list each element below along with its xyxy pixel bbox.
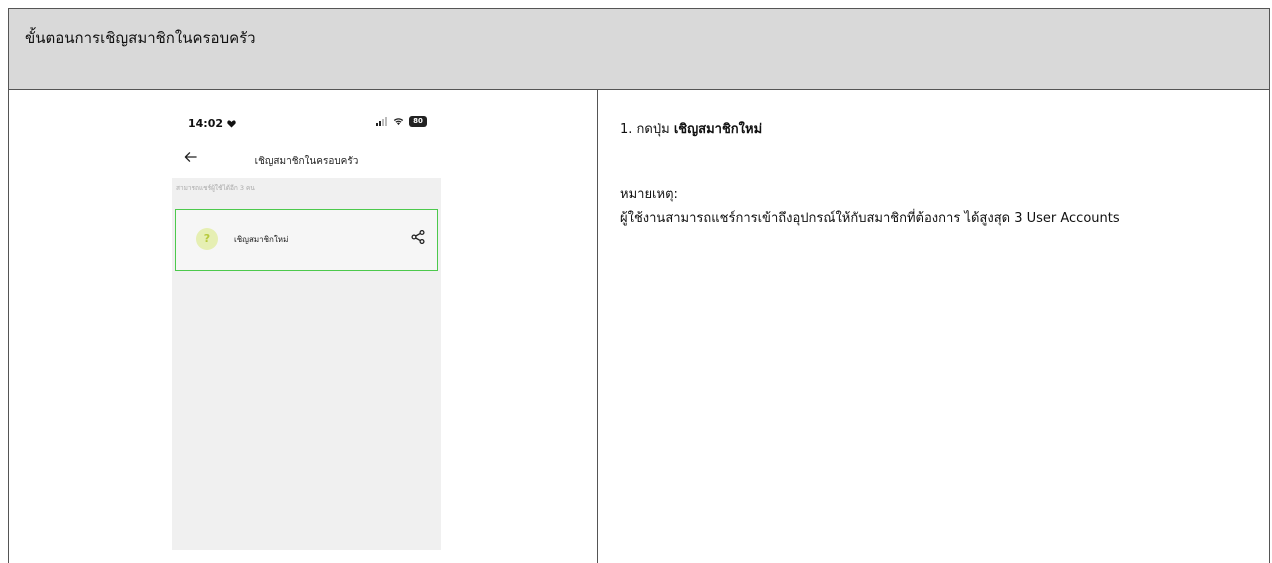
invite-new-member-button[interactable]: ? เชิญสมาชิกใหม่ [175, 209, 438, 271]
step-1-button-name: เชิญสมาชิกใหม่ [673, 122, 763, 137]
signal-icon [376, 117, 387, 126]
status-bar: 14:02 80 [172, 100, 441, 138]
step-1-prefix: 1. กดปุ่ม [620, 122, 674, 137]
battery-icon: 80 [409, 116, 427, 127]
table-header-row: ขั้นตอนการเชิญสมาชิกในครอบครัว [8, 8, 1270, 90]
invite-question-icon: ? [196, 228, 218, 250]
instruction-cell [598, 90, 1270, 563]
nav-bar: เชิญสมาชิกในครอบครัว [172, 148, 441, 174]
note-body: ผู้ใช้งานสามารถแชร์การเข้าถึงอุปกรณ์ให้ก… [620, 211, 1120, 226]
status-icons: 80 [376, 116, 427, 127]
share-limit-text: สามารถแชร์ผู้ใช้ได้อีก 3 คน [176, 184, 255, 192]
step-1-text: 1. กดปุ่ม เชิญสมาชิกใหม่ [620, 118, 762, 139]
header-title: ขั้นตอนการเชิญสมาชิกในครอบครัว [25, 29, 256, 47]
status-time-text: 14:02 [188, 117, 224, 130]
invite-button-label: เชิญสมาชิกใหม่ [234, 235, 289, 244]
instruction-table: ขั้นตอนการเชิญสมาชิกในครอบครัว 14:02 80 … [0, 0, 1272, 563]
note-label: หมายเหตุ: [620, 187, 678, 202]
heart-icon [227, 120, 236, 128]
share-icon[interactable] [411, 230, 425, 244]
phone-screenshot: 14:02 80 เชิญสมาชิกในครอบครัว สามารถแชร์… [172, 100, 441, 550]
status-time: 14:02 [188, 117, 236, 130]
nav-title: เชิญสมาชิกในครอบครัว [254, 156, 359, 167]
wifi-icon [393, 118, 404, 126]
content-area: สามารถแชร์ผู้ใช้ได้อีก 3 คน ? เชิญสมาชิก… [172, 178, 441, 550]
